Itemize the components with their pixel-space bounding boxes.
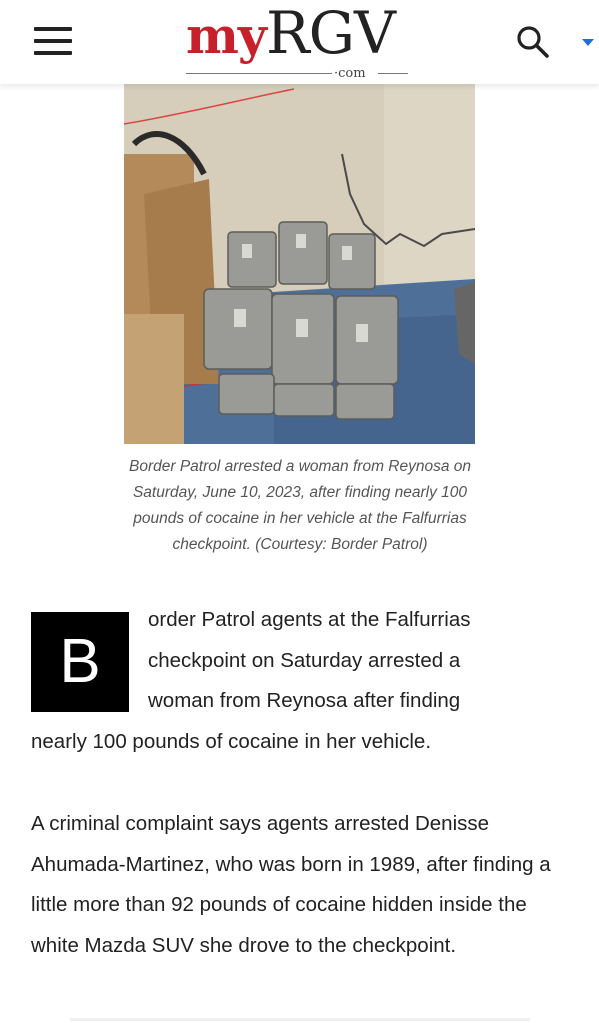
article-photo (124, 84, 475, 444)
lead-line: order Patrol agents at the Falfurrias (148, 608, 471, 631)
search-icon[interactable] (516, 25, 550, 59)
divider (70, 1018, 530, 1021)
logo-com: ·com (334, 66, 366, 81)
article-paragraph: A criminal complaint says agents arreste… (31, 812, 551, 957)
site-header: myRGV ·com (0, 0, 599, 84)
lead-line: woman from Reynosa after finding (148, 689, 461, 712)
caret-down-icon[interactable] (582, 39, 594, 46)
lead-line: checkpoint on Saturday arrested a (148, 648, 461, 672)
article-paragraph-lead: order Patrol agents at the Falfurrias ch… (148, 600, 578, 722)
photo-caption: Border Patrol arrested a woman from Reyn… (128, 458, 472, 553)
logo-rule (186, 73, 332, 74)
site-logo[interactable]: myRGV ·com (186, 4, 412, 81)
menu-bar (34, 51, 72, 55)
logo-my: my (186, 6, 267, 65)
logo-rgv: RGV (265, 0, 396, 67)
menu-bar (34, 39, 72, 43)
article-paragraph-lead-end: nearly 100 pounds of cocaine in her vehi… (31, 730, 432, 753)
logo-rule (378, 73, 408, 74)
hamburger-menu-icon[interactable] (34, 27, 72, 57)
menu-bar (34, 27, 72, 31)
logo-wordmark: myRGV (186, 4, 396, 65)
dropcap: B (31, 612, 129, 712)
